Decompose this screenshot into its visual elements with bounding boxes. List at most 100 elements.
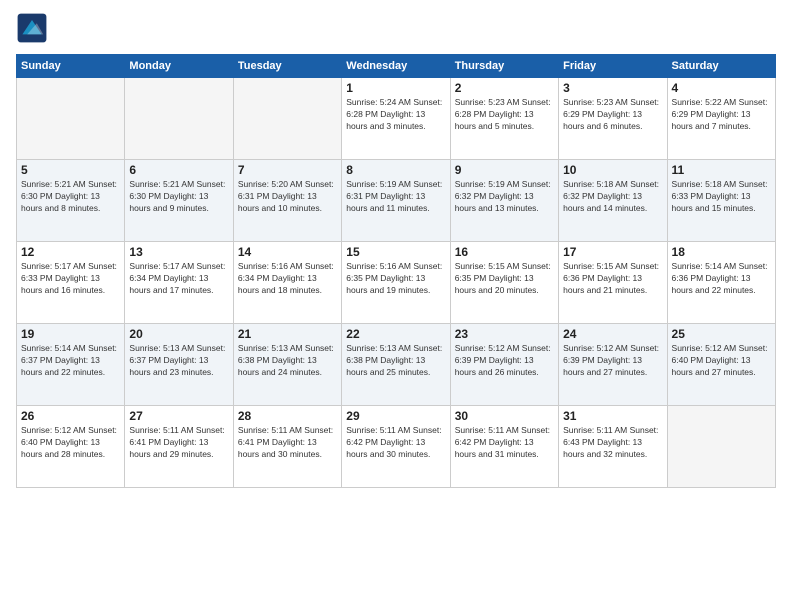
weekday-header-row: SundayMondayTuesdayWednesdayThursdayFrid…: [17, 55, 776, 78]
calendar-cell: 1 Sunrise: 5:24 AM Sunset: 6:28 PM Daylig…: [342, 78, 450, 160]
weekday-header-cell: Friday: [559, 55, 667, 78]
day-number: 6: [129, 163, 228, 177]
calendar-cell: [125, 78, 233, 160]
day-info: Sunrise: 5:19 AM Sunset: 6:31 PM Dayligh…: [346, 179, 445, 215]
calendar-cell: 20Sunrise: 5:13 AM Sunset: 6:37 PM Dayli…: [125, 324, 233, 406]
calendar-body: 1 Sunrise: 5:24 AM Sunset: 6:28 PM Daylig…: [17, 78, 776, 488]
day-info: Sunrise: 5:12 AM Sunset: 6:40 PM Dayligh…: [672, 343, 771, 379]
day-number: 28: [238, 409, 337, 423]
calendar-cell: 30 Sunrise: 5:11 AM Sunset: 6:42 PM Dayli…: [450, 406, 558, 488]
day-info: Sunrise: 5:11 AM Sunset: 6:41 PM Dayligh…: [238, 425, 337, 461]
day-info: Sunrise: 5:12 AM Sunset: 6:39 PM Dayligh…: [563, 343, 662, 379]
day-number: 24: [563, 327, 662, 341]
calendar-cell: 27 Sunrise: 5:11 AM Sunset: 6:41 PM Dayli…: [125, 406, 233, 488]
day-number: 18: [672, 245, 771, 259]
day-info: Sunrise: 5:22 AM Sunset: 6:29 PM Dayligh…: [672, 97, 771, 133]
calendar-cell: 9 Sunrise: 5:19 AM Sunset: 6:32 PM Daylig…: [450, 160, 558, 242]
calendar-cell: 3 Sunrise: 5:23 AM Sunset: 6:29 PM Daylig…: [559, 78, 667, 160]
day-number: 11: [672, 163, 771, 177]
day-number: 31: [563, 409, 662, 423]
calendar-cell: 6 Sunrise: 5:21 AM Sunset: 6:30 PM Daylig…: [125, 160, 233, 242]
calendar-cell: 17 Sunrise: 5:15 AM Sunset: 6:36 PM Dayli…: [559, 242, 667, 324]
day-info: Sunrise: 5:20 AM Sunset: 6:31 PM Dayligh…: [238, 179, 337, 215]
day-info: Sunrise: 5:15 AM Sunset: 6:35 PM Dayligh…: [455, 261, 554, 297]
calendar-table: SundayMondayTuesdayWednesdayThursdayFrid…: [16, 54, 776, 488]
weekday-header-cell: Saturday: [667, 55, 775, 78]
weekday-header-cell: Wednesday: [342, 55, 450, 78]
day-info: Sunrise: 5:15 AM Sunset: 6:36 PM Dayligh…: [563, 261, 662, 297]
day-info: Sunrise: 5:23 AM Sunset: 6:29 PM Dayligh…: [563, 97, 662, 133]
day-number: 12: [21, 245, 120, 259]
weekday-header-cell: Sunday: [17, 55, 125, 78]
day-number: 4: [672, 81, 771, 95]
day-info: Sunrise: 5:11 AM Sunset: 6:42 PM Dayligh…: [346, 425, 445, 461]
day-info: Sunrise: 5:11 AM Sunset: 6:41 PM Dayligh…: [129, 425, 228, 461]
day-info: Sunrise: 5:12 AM Sunset: 6:40 PM Dayligh…: [21, 425, 120, 461]
day-number: 3: [563, 81, 662, 95]
day-number: 30: [455, 409, 554, 423]
day-info: Sunrise: 5:11 AM Sunset: 6:43 PM Dayligh…: [563, 425, 662, 461]
day-number: 8: [346, 163, 445, 177]
day-info: Sunrise: 5:21 AM Sunset: 6:30 PM Dayligh…: [21, 179, 120, 215]
calendar-cell: 26 Sunrise: 5:12 AM Sunset: 6:40 PM Dayli…: [17, 406, 125, 488]
calendar-cell: 10 Sunrise: 5:18 AM Sunset: 6:32 PM Dayli…: [559, 160, 667, 242]
day-number: 23: [455, 327, 554, 341]
day-info: Sunrise: 5:16 AM Sunset: 6:35 PM Dayligh…: [346, 261, 445, 297]
day-number: 7: [238, 163, 337, 177]
calendar-week-row: 12 Sunrise: 5:17 AM Sunset: 6:33 PM Dayli…: [17, 242, 776, 324]
day-number: 16: [455, 245, 554, 259]
calendar-cell: 23Sunrise: 5:12 AM Sunset: 6:39 PM Dayli…: [450, 324, 558, 406]
day-info: Sunrise: 5:13 AM Sunset: 6:37 PM Dayligh…: [129, 343, 228, 379]
day-info: Sunrise: 5:19 AM Sunset: 6:32 PM Dayligh…: [455, 179, 554, 215]
day-number: 14: [238, 245, 337, 259]
calendar-cell: 13 Sunrise: 5:17 AM Sunset: 6:34 PM Dayli…: [125, 242, 233, 324]
day-number: 13: [129, 245, 228, 259]
day-info: Sunrise: 5:23 AM Sunset: 6:28 PM Dayligh…: [455, 97, 554, 133]
calendar-cell: 11 Sunrise: 5:18 AM Sunset: 6:33 PM Dayli…: [667, 160, 775, 242]
day-number: 9: [455, 163, 554, 177]
day-number: 25: [672, 327, 771, 341]
calendar-cell: 31 Sunrise: 5:11 AM Sunset: 6:43 PM Dayli…: [559, 406, 667, 488]
day-info: Sunrise: 5:18 AM Sunset: 6:33 PM Dayligh…: [672, 179, 771, 215]
calendar-cell: 19Sunrise: 5:14 AM Sunset: 6:37 PM Dayli…: [17, 324, 125, 406]
day-info: Sunrise: 5:18 AM Sunset: 6:32 PM Dayligh…: [563, 179, 662, 215]
day-number: 29: [346, 409, 445, 423]
weekday-header-cell: Tuesday: [233, 55, 341, 78]
calendar-cell: 28 Sunrise: 5:11 AM Sunset: 6:41 PM Dayli…: [233, 406, 341, 488]
day-info: Sunrise: 5:21 AM Sunset: 6:30 PM Dayligh…: [129, 179, 228, 215]
page: SundayMondayTuesdayWednesdayThursdayFrid…: [0, 0, 792, 500]
day-number: 17: [563, 245, 662, 259]
day-info: Sunrise: 5:16 AM Sunset: 6:34 PM Dayligh…: [238, 261, 337, 297]
calendar-cell: [233, 78, 341, 160]
day-number: 1: [346, 81, 445, 95]
calendar-cell: 24 Sunrise: 5:12 AM Sunset: 6:39 PM Dayli…: [559, 324, 667, 406]
weekday-header-cell: Thursday: [450, 55, 558, 78]
day-info: Sunrise: 5:13 AM Sunset: 6:38 PM Dayligh…: [238, 343, 337, 379]
calendar-cell: 8 Sunrise: 5:19 AM Sunset: 6:31 PM Daylig…: [342, 160, 450, 242]
day-number: 27: [129, 409, 228, 423]
day-number: 26: [21, 409, 120, 423]
day-info: Sunrise: 5:17 AM Sunset: 6:33 PM Dayligh…: [21, 261, 120, 297]
calendar-cell: 7 Sunrise: 5:20 AM Sunset: 6:31 PM Daylig…: [233, 160, 341, 242]
calendar-cell: 16 Sunrise: 5:15 AM Sunset: 6:35 PM Dayli…: [450, 242, 558, 324]
calendar-cell: 2Sunrise: 5:23 AM Sunset: 6:28 PM Daylig…: [450, 78, 558, 160]
weekday-header-cell: Monday: [125, 55, 233, 78]
calendar-cell: [17, 78, 125, 160]
calendar-cell: 15 Sunrise: 5:16 AM Sunset: 6:35 PM Dayli…: [342, 242, 450, 324]
calendar-cell: 12 Sunrise: 5:17 AM Sunset: 6:33 PM Dayli…: [17, 242, 125, 324]
day-info: Sunrise: 5:24 AM Sunset: 6:28 PM Dayligh…: [346, 97, 445, 133]
logo-icon: [16, 12, 48, 44]
day-info: Sunrise: 5:17 AM Sunset: 6:34 PM Dayligh…: [129, 261, 228, 297]
calendar-week-row: 19Sunrise: 5:14 AM Sunset: 6:37 PM Dayli…: [17, 324, 776, 406]
calendar-week-row: 26 Sunrise: 5:12 AM Sunset: 6:40 PM Dayli…: [17, 406, 776, 488]
day-number: 10: [563, 163, 662, 177]
day-info: Sunrise: 5:11 AM Sunset: 6:42 PM Dayligh…: [455, 425, 554, 461]
day-number: 19: [21, 327, 120, 341]
calendar-cell: 5 Sunrise: 5:21 AM Sunset: 6:30 PM Daylig…: [17, 160, 125, 242]
day-number: 22: [346, 327, 445, 341]
day-number: 5: [21, 163, 120, 177]
calendar-week-row: 1 Sunrise: 5:24 AM Sunset: 6:28 PM Daylig…: [17, 78, 776, 160]
calendar-week-row: 5 Sunrise: 5:21 AM Sunset: 6:30 PM Daylig…: [17, 160, 776, 242]
calendar-cell: [667, 406, 775, 488]
day-number: 15: [346, 245, 445, 259]
